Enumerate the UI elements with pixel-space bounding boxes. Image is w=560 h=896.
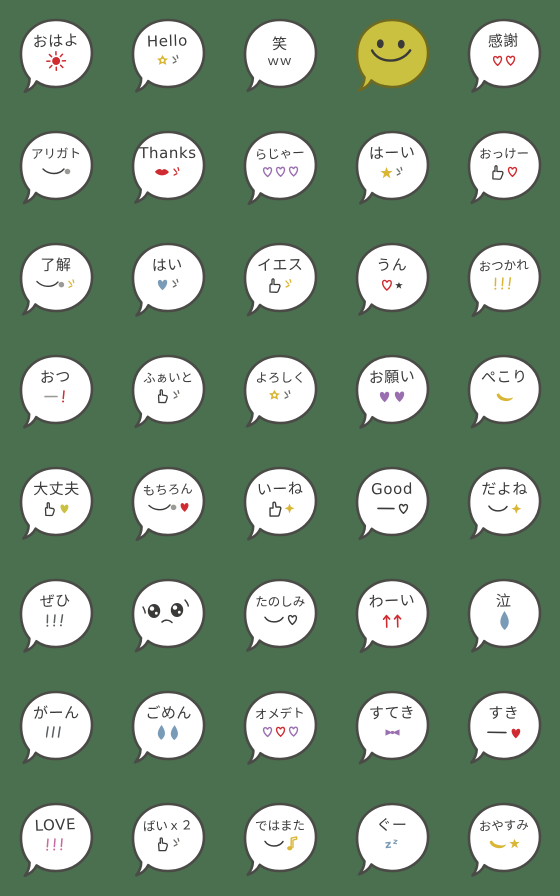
sticker-cell[interactable]: らじゃー (224, 112, 336, 224)
sticker-grid: おはよ Hello 笑 ｗｗ 感謝アリガト Thanks らじゃー はーい おっけー了解 はい イエ… (0, 0, 560, 896)
sticker-cell[interactable]: 大丈夫 (0, 448, 112, 560)
sticker-cell[interactable]: アリガト (0, 112, 112, 224)
sticker-cell[interactable]: だよね (448, 448, 560, 560)
speech-bubble: おはよ (16, 16, 96, 96)
sticker-cell[interactable]: LOVE (0, 784, 112, 896)
speech-bubble: ではまた (241, 801, 320, 880)
sticker-cell[interactable]: おやすみ (448, 784, 560, 896)
speech-bubble: アリガト (17, 129, 95, 207)
sticker-cell[interactable]: ばいｘ２ (112, 784, 224, 896)
speech-bubble: おつかれ (464, 240, 544, 320)
speech-bubble: 感謝 (464, 16, 543, 95)
sticker-cell[interactable]: はーい (336, 112, 448, 224)
sticker-cell[interactable]: おつ (0, 336, 112, 448)
sticker-cell[interactable]: イエス (224, 224, 336, 336)
speech-bubble: ごめん (128, 688, 208, 768)
sticker-cell[interactable]: Hello (112, 0, 224, 112)
speech-bubble: がーん (17, 689, 96, 768)
sticker-cell[interactable]: いーね (224, 448, 336, 560)
speech-bubble: イエス (241, 241, 319, 319)
sticker-cell[interactable]: はい (112, 224, 224, 336)
speech-bubble: ぺこり (465, 353, 543, 431)
sticker-cell[interactable]: オメデト (224, 672, 336, 784)
sticker-cell[interactable]: うん (336, 224, 448, 336)
sticker-cell[interactable]: すてき (336, 672, 448, 784)
sticker-cell[interactable]: すき (448, 672, 560, 784)
speech-bubble: いーね (241, 465, 320, 544)
speech-bubble: よろしく (240, 352, 320, 432)
speech-bubble: たのしみ (240, 576, 319, 655)
sticker-cell[interactable]: おつかれ (448, 224, 560, 336)
sticker-cell[interactable]: Good (336, 448, 448, 560)
speech-bubble: 大丈夫 (16, 464, 95, 543)
speech-bubble: オメデト (240, 688, 319, 767)
sticker-cell[interactable]: ごめん (112, 672, 224, 784)
speech-bubble: 笑 ｗｗ (241, 17, 320, 96)
speech-bubble: ばいｘ２ (129, 801, 208, 880)
sticker-cell[interactable]: たのしみ (224, 560, 336, 672)
speech-bubble: らじゃー (240, 128, 320, 208)
sticker-cell[interactable] (336, 0, 448, 112)
speech-bubble (129, 577, 207, 655)
sticker-cell[interactable]: 了解 (0, 224, 112, 336)
speech-bubble: おやすみ (464, 800, 543, 879)
sticker-cell[interactable]: ではまた (224, 784, 336, 896)
speech-bubble: ぐー zz (352, 800, 432, 880)
speech-bubble: すき (464, 688, 543, 767)
sticker-cell[interactable]: ぐー zz (336, 784, 448, 896)
speech-bubble: うん (352, 240, 431, 319)
sticker-cell[interactable]: ぜひ (0, 560, 112, 672)
speech-bubble: もちろん (128, 464, 208, 544)
speech-bubble: すてき (353, 689, 431, 767)
speech-bubble: ぜひ (16, 576, 95, 655)
sticker-cell[interactable]: おっけー (448, 112, 560, 224)
speech-bubble: おっけー (465, 129, 544, 208)
speech-bubble (352, 16, 432, 96)
sticker-cell[interactable]: 笑 ｗｗ (224, 0, 336, 112)
speech-bubble: お願い (352, 352, 431, 431)
speech-bubble: わーい (352, 576, 432, 656)
sticker-cell[interactable]: わーい (336, 560, 448, 672)
speech-bubble: 泣 (465, 577, 544, 656)
speech-bubble: Hello (129, 17, 208, 96)
speech-bubble: Thanks (128, 128, 207, 207)
sticker-cell[interactable]: よろしく (224, 336, 336, 448)
speech-bubble: 了解 (16, 240, 96, 320)
sticker-cell[interactable]: もちろん (112, 448, 224, 560)
sticker-cell[interactable]: Thanks (112, 112, 224, 224)
speech-bubble: はい (128, 240, 207, 319)
speech-bubble: はーい (353, 129, 432, 208)
speech-bubble: Good (353, 465, 432, 544)
sticker-cell[interactable]: ぺこり (448, 336, 560, 448)
sticker-cell[interactable]: 感謝 (448, 0, 560, 112)
speech-bubble: LOVE (16, 800, 96, 880)
sticker-cell[interactable]: お願い (336, 336, 448, 448)
sticker-cell[interactable]: おはよ (0, 0, 112, 112)
sticker-cell[interactable]: ふぁいと (112, 336, 224, 448)
sticker-cell[interactable]: がーん (0, 672, 112, 784)
sticker-cell[interactable]: 泣 (448, 560, 560, 672)
speech-bubble: ふぁいと (129, 353, 208, 432)
speech-bubble: だよね (464, 464, 544, 544)
speech-bubble: おつ (17, 353, 96, 432)
sticker-cell[interactable] (112, 560, 224, 672)
